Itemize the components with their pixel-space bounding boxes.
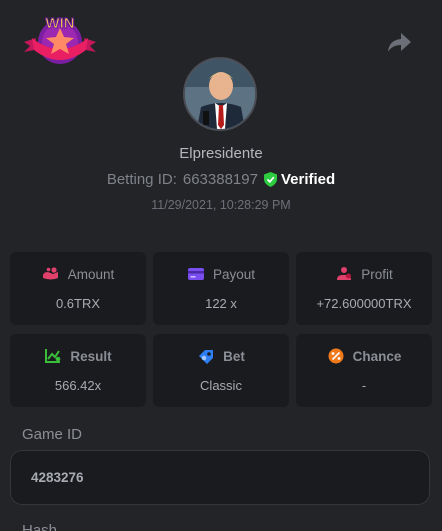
stat-label: Chance [352,348,402,364]
payout-icon [187,268,204,280]
stat-card-amount: Amount 0.6TRX [10,252,146,325]
shield-check-icon [263,172,277,187]
stat-card-profit: Profit +72.600000TRX [296,252,432,325]
betting-id-label: Betting ID: [106,171,177,188]
win-badge-logo: WIN [22,12,98,70]
stat-card-payout: Payout 122 x [153,252,289,325]
profit-icon [337,267,352,280]
stat-card-result: Result 566.42x [10,334,146,407]
amount-icon [42,267,58,280]
stat-label: Profit [361,266,393,282]
stat-value: 0.6TRX [55,296,101,311]
result-icon [45,349,61,363]
stat-label: Amount [67,266,115,282]
avatar [183,57,257,131]
stat-card-chance: Chance - [296,334,432,407]
chance-icon [328,348,344,364]
stat-value: 566.42x [54,378,102,393]
stat-value: Classic [200,378,242,393]
game-id-label: Game ID [22,426,83,443]
stats-grid: Amount 0.6TRX Payout 122 x Profit +72.60… [10,252,432,407]
stat-value: +72.600000TRX [316,296,412,311]
verified-label: Verified [280,171,336,188]
stat-value: 122 x [205,296,237,311]
win-badge-text: WIN [45,15,74,32]
timestamp: 11/29/2021, 10:28:29 PM [151,198,291,212]
stat-value: - [361,378,367,393]
game-id-value: 4283276 [31,470,84,485]
stat-label: Bet [223,348,245,364]
verified-badge: Verified [263,171,336,188]
betting-id-value: 663388197 [182,171,258,188]
bet-icon [199,350,214,364]
stat-card-bet: Bet Classic [153,334,289,407]
hash-label: Hash [22,522,58,531]
stat-label: Payout [212,266,256,282]
share-icon[interactable] [386,30,412,54]
stat-label: Result [70,348,112,364]
game-id-field[interactable]: 4283276 [10,450,430,505]
username: Elpresidente [179,145,263,162]
betting-id-row: Betting ID: 663388197 Verified [0,171,442,188]
